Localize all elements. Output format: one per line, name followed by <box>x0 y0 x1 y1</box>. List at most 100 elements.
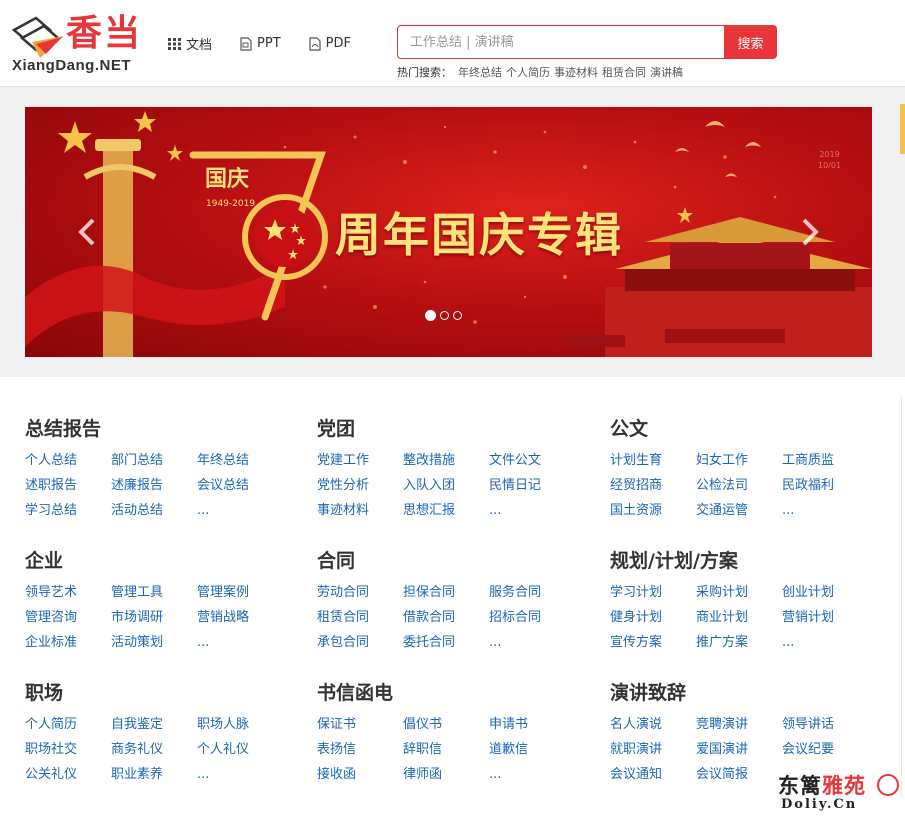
site-logo[interactable]: 香当 XiangDang.NET <box>10 12 145 76</box>
category-link[interactable]: 个人礼仪 <box>197 740 283 759</box>
carousel-dot[interactable] <box>425 310 436 321</box>
category-link[interactable]: 名人演说 <box>610 715 696 734</box>
category-link[interactable]: 国土资源 <box>610 501 696 520</box>
category-link[interactable]: ... <box>489 633 575 652</box>
category-link[interactable]: 会议简报 <box>696 765 782 784</box>
category-link[interactable]: 商业计划 <box>696 608 782 627</box>
category-link[interactable]: 承包合同 <box>317 633 403 652</box>
banner-carousel[interactable]: 国庆 1949-2019 周年国庆专辑 2019 10/01 <box>25 107 872 357</box>
category-title[interactable]: 演讲致辞 <box>610 679 880 707</box>
category-link[interactable]: 工商质监 <box>782 451 868 470</box>
category-link[interactable]: 学习计划 <box>610 583 696 602</box>
category-link[interactable]: 领导讲话 <box>782 715 868 734</box>
category-link[interactable]: 事迹材料 <box>317 501 403 520</box>
category-title[interactable]: 党团 <box>317 415 587 443</box>
category-link[interactable]: 管理工具 <box>111 583 197 602</box>
carousel-dot[interactable] <box>440 311 449 320</box>
chevron-right-icon[interactable] <box>798 217 822 247</box>
category-link[interactable]: 党性分析 <box>317 476 403 495</box>
category-link[interactable]: 就职演讲 <box>610 740 696 759</box>
category-link[interactable]: 申请书 <box>489 715 575 734</box>
category-link[interactable]: 整改措施 <box>403 451 489 470</box>
category-link[interactable]: 职业素养 <box>111 765 197 784</box>
category-link[interactable]: 部门总结 <box>111 451 197 470</box>
category-link[interactable]: 公关礼仪 <box>25 765 111 784</box>
category-link[interactable]: 活动总结 <box>111 501 197 520</box>
category-link[interactable]: ... <box>197 633 283 652</box>
chevron-left-icon[interactable] <box>75 217 99 247</box>
hot-term[interactable]: 个人简历 <box>506 64 550 80</box>
category-link[interactable]: 爱国演讲 <box>696 740 782 759</box>
category-link[interactable]: 辞职信 <box>403 740 489 759</box>
category-title[interactable]: 公文 <box>610 415 880 443</box>
category-link[interactable]: 经贸招商 <box>610 476 696 495</box>
category-title[interactable]: 总结报告 <box>25 415 295 443</box>
category-title[interactable]: 企业 <box>25 547 295 575</box>
category-title[interactable]: 合同 <box>317 547 587 575</box>
category-link[interactable]: ... <box>782 633 868 652</box>
category-link[interactable]: 商务礼仪 <box>111 740 197 759</box>
category-link[interactable]: 民情日记 <box>489 476 575 495</box>
category-link[interactable]: 服务合同 <box>489 583 575 602</box>
hot-term[interactable]: 事迹材料 <box>554 64 598 80</box>
nav-ppt[interactable]: PPT <box>240 34 281 53</box>
category-link[interactable]: ... <box>489 501 575 520</box>
category-link[interactable]: 营销计划 <box>782 608 868 627</box>
search-input[interactable] <box>397 25 725 59</box>
hot-term[interactable]: 演讲稿 <box>650 64 683 80</box>
category-link[interactable]: 职场人脉 <box>197 715 283 734</box>
category-link[interactable]: 律师函 <box>403 765 489 784</box>
nav-documents[interactable]: 文档 <box>168 34 212 53</box>
category-link[interactable]: 活动策划 <box>111 633 197 652</box>
category-link[interactable]: 党建工作 <box>317 451 403 470</box>
category-link[interactable]: 担保合同 <box>403 583 489 602</box>
category-link[interactable]: 租赁合同 <box>317 608 403 627</box>
category-link[interactable]: 述廉报告 <box>111 476 197 495</box>
category-link[interactable]: 营销战略 <box>197 608 283 627</box>
category-link[interactable]: 劳动合同 <box>317 583 403 602</box>
category-link[interactable]: 倡仪书 <box>403 715 489 734</box>
category-link[interactable]: 保证书 <box>317 715 403 734</box>
category-link[interactable]: 个人简历 <box>25 715 111 734</box>
category-link[interactable]: 会议纪要 <box>782 740 868 759</box>
hot-term[interactable]: 租赁合同 <box>602 64 646 80</box>
category-link[interactable]: 管理案例 <box>197 583 283 602</box>
category-link[interactable]: 领导艺术 <box>25 583 111 602</box>
category-link[interactable]: 宣传方案 <box>610 633 696 652</box>
category-link[interactable]: 会议总结 <box>197 476 283 495</box>
category-link[interactable]: 述职报告 <box>25 476 111 495</box>
category-link[interactable]: 公检法司 <box>696 476 782 495</box>
category-link[interactable]: ... <box>197 765 283 784</box>
category-link[interactable]: 民政福利 <box>782 476 868 495</box>
category-link[interactable]: 采购计划 <box>696 583 782 602</box>
category-link[interactable]: ... <box>489 765 575 784</box>
category-link[interactable]: 交通运管 <box>696 501 782 520</box>
category-link[interactable]: 管理咨询 <box>25 608 111 627</box>
category-link[interactable]: 道歉信 <box>489 740 575 759</box>
nav-pdf[interactable]: PDF <box>309 34 351 53</box>
category-link[interactable]: 职场社交 <box>25 740 111 759</box>
category-title[interactable]: 规划/计划/方案 <box>610 547 880 575</box>
category-link[interactable]: 竞聘演讲 <box>696 715 782 734</box>
category-title[interactable]: 职场 <box>25 679 295 707</box>
category-link[interactable]: 推广方案 <box>696 633 782 652</box>
category-link[interactable]: 思想汇报 <box>403 501 489 520</box>
category-link[interactable]: 会议通知 <box>610 765 696 784</box>
category-title[interactable]: 书信函电 <box>317 679 587 707</box>
category-link[interactable]: 个人总结 <box>25 451 111 470</box>
category-link[interactable]: 创业计划 <box>782 583 868 602</box>
category-link[interactable]: ... <box>197 501 283 520</box>
category-link[interactable]: 计划生育 <box>610 451 696 470</box>
category-link[interactable]: 健身计划 <box>610 608 696 627</box>
category-link[interactable]: 借款合同 <box>403 608 489 627</box>
category-link[interactable]: 文件公文 <box>489 451 575 470</box>
category-link[interactable]: 委托合同 <box>403 633 489 652</box>
category-link[interactable]: 接收函 <box>317 765 403 784</box>
category-link[interactable]: 学习总结 <box>25 501 111 520</box>
category-link[interactable]: 表扬信 <box>317 740 403 759</box>
hot-term[interactable]: 年终总结 <box>458 64 502 80</box>
category-link[interactable]: 招标合同 <box>489 608 575 627</box>
category-link[interactable]: 入队入团 <box>403 476 489 495</box>
category-link[interactable]: 市场调研 <box>111 608 197 627</box>
category-link[interactable]: 自我鉴定 <box>111 715 197 734</box>
